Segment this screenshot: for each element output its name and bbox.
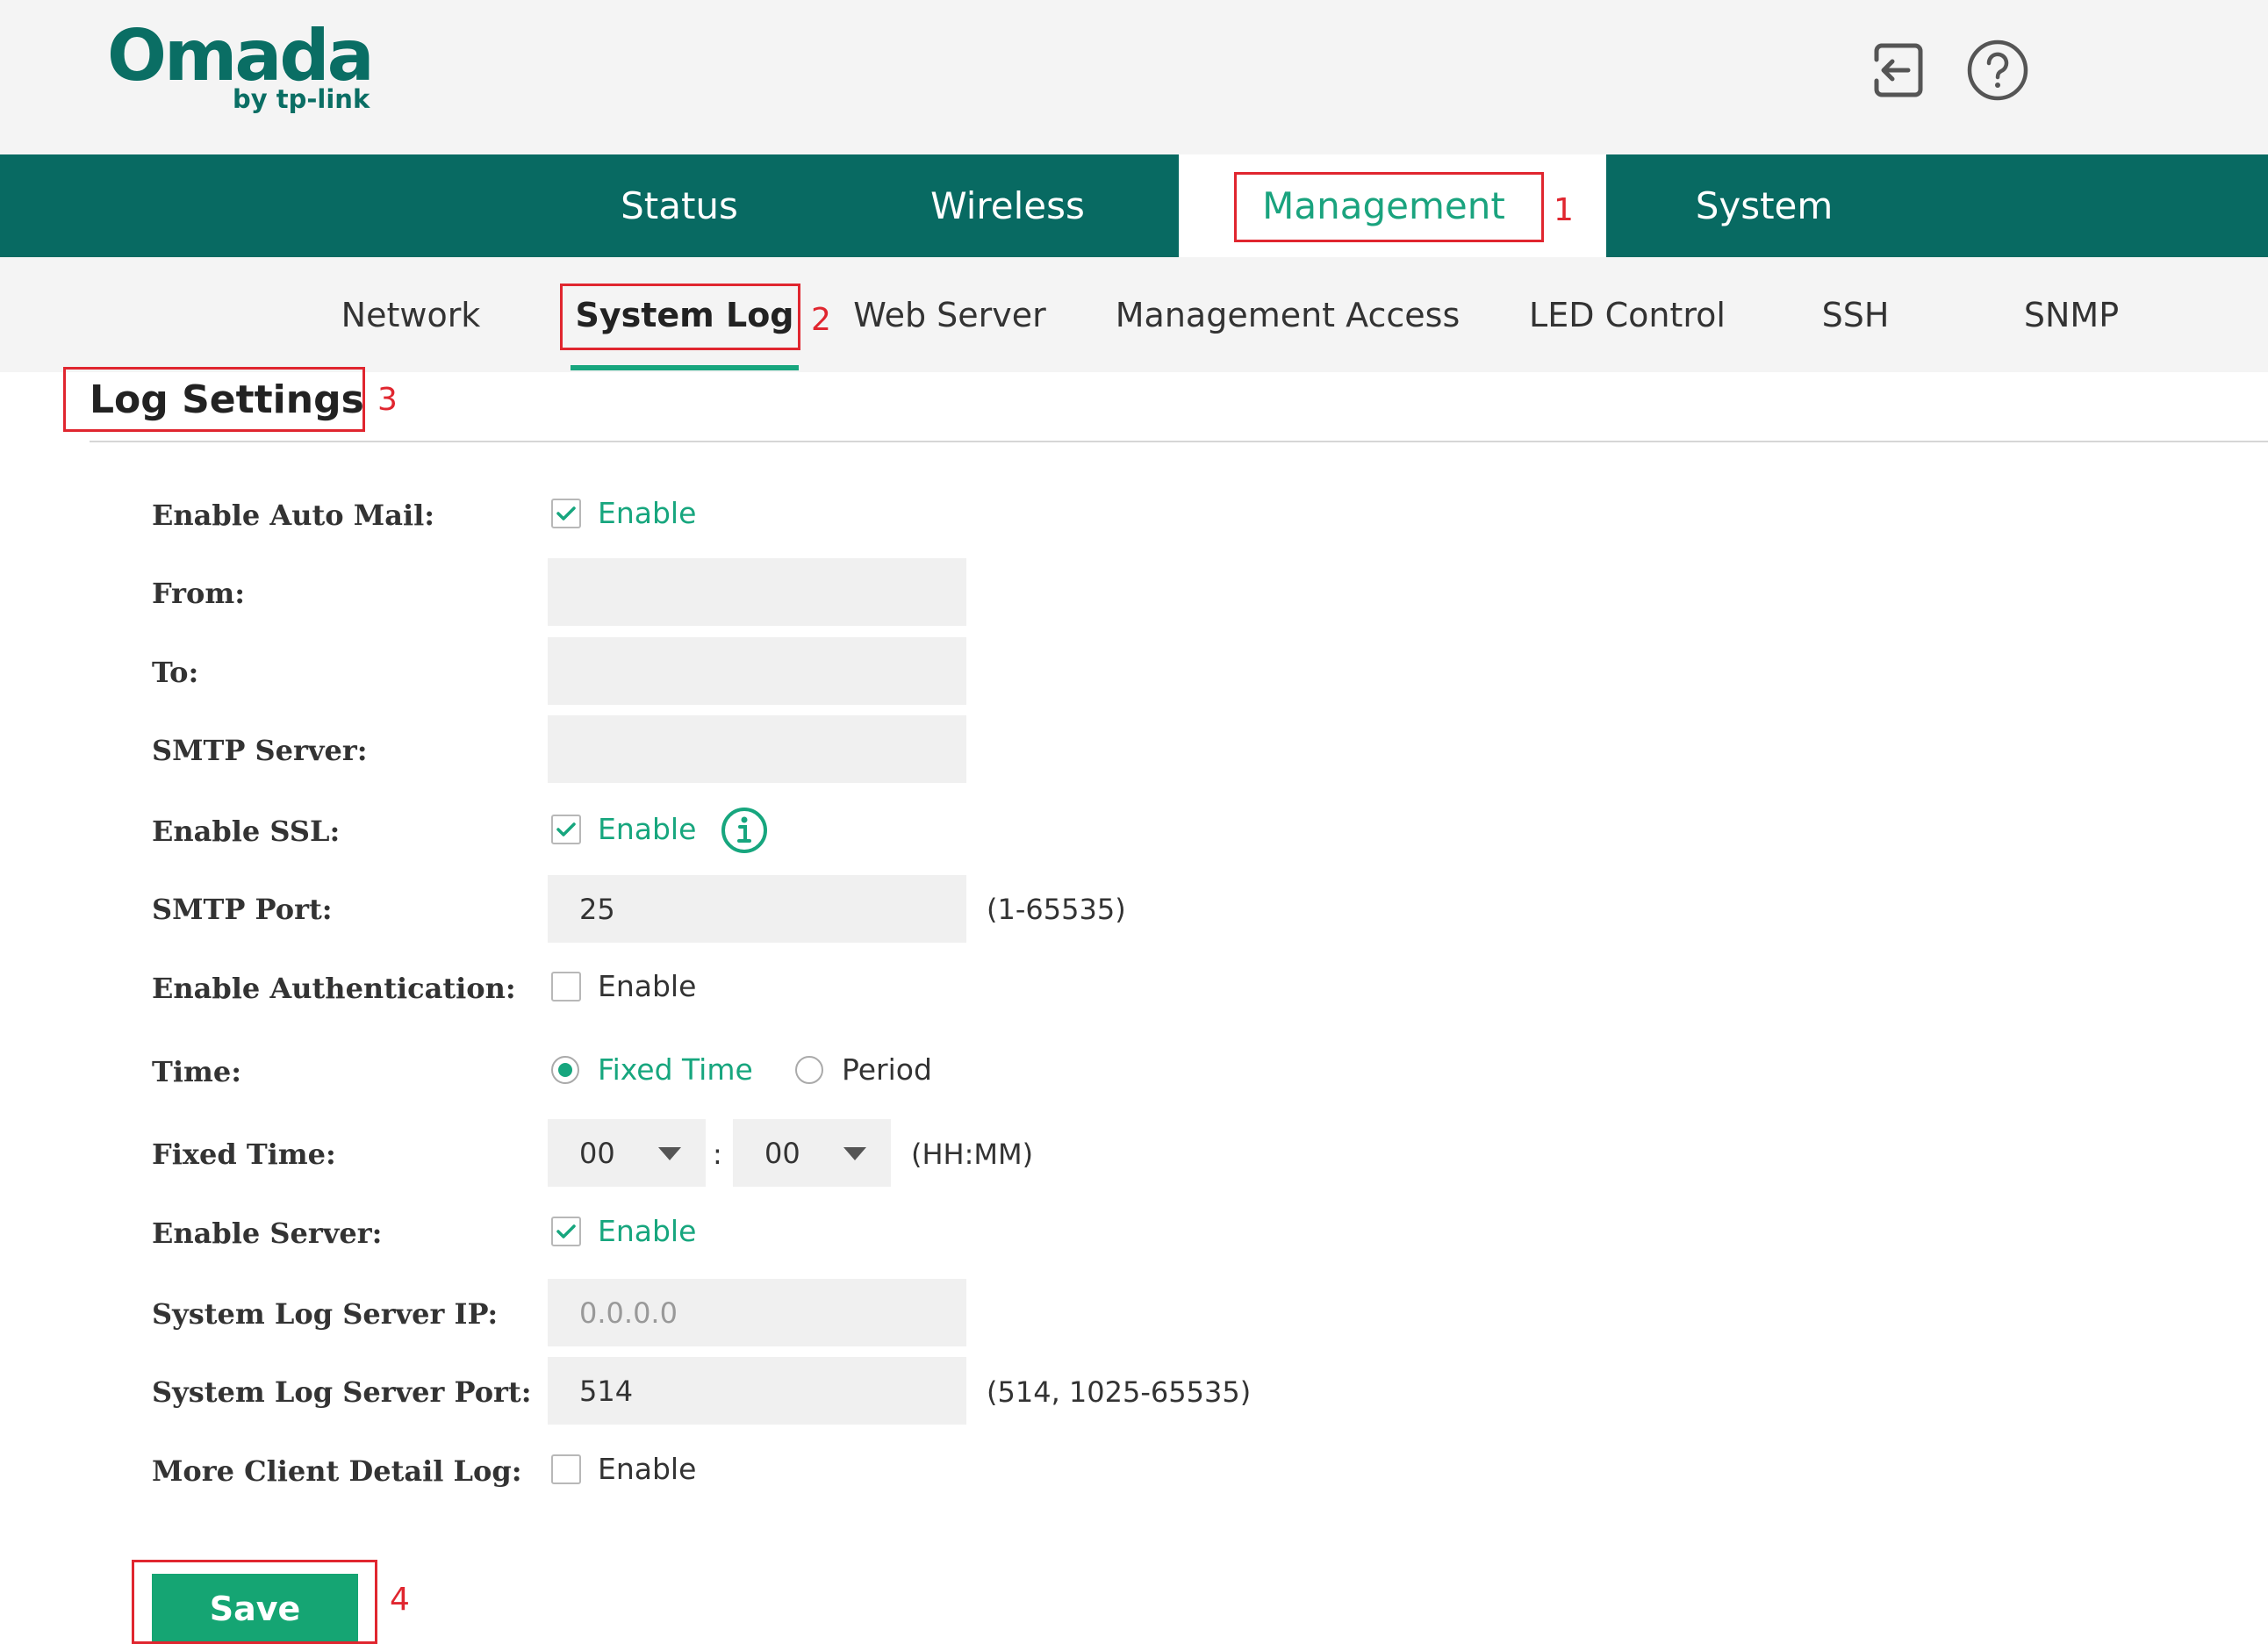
annotation-box-2 bbox=[560, 284, 800, 350]
annotation-number-3: 3 bbox=[377, 382, 398, 418]
from-input[interactable] bbox=[548, 558, 966, 626]
smtp-port-hint: (1-65535) bbox=[987, 893, 1126, 926]
smtp-server-label: SMTP Server: bbox=[152, 734, 368, 767]
client-detail-option[interactable]: Enable bbox=[598, 1452, 696, 1487]
fixed-time-hint: (HH:MM) bbox=[911, 1138, 1034, 1171]
fixed-time-label: Fixed Time: bbox=[152, 1138, 336, 1171]
server-port-input[interactable]: 514 bbox=[548, 1357, 966, 1425]
subtab-web-server[interactable]: Web Server bbox=[850, 257, 1050, 372]
enable-ssl-option[interactable]: Enable bbox=[598, 812, 696, 847]
check-icon bbox=[556, 506, 576, 520]
tab-wireless[interactable]: Wireless bbox=[878, 154, 1138, 257]
tab-system[interactable]: System bbox=[1633, 154, 1896, 257]
enable-auth-checkbox[interactable] bbox=[551, 972, 581, 1001]
enable-ssl-checkbox[interactable] bbox=[551, 815, 581, 844]
sub-nav: Network System Log Web Server Management… bbox=[0, 257, 2268, 372]
check-icon bbox=[556, 1224, 576, 1238]
from-label: From: bbox=[152, 577, 246, 610]
annotation-box-4 bbox=[132, 1560, 377, 1644]
server-ip-label: System Log Server IP: bbox=[152, 1297, 499, 1331]
subtab-network[interactable]: Network bbox=[325, 257, 497, 372]
logout-icon[interactable] bbox=[1864, 37, 1931, 104]
hour-select[interactable]: 00 bbox=[548, 1119, 706, 1187]
smtp-port-label: SMTP Port: bbox=[152, 893, 333, 926]
annotation-number-2: 2 bbox=[811, 302, 831, 338]
annotation-number-4: 4 bbox=[390, 1582, 410, 1618]
section-title: Log Settings bbox=[90, 377, 364, 422]
subtab-snmp[interactable]: SNMP bbox=[2010, 257, 2133, 372]
enable-auth-option[interactable]: Enable bbox=[598, 969, 696, 1004]
enable-auto-mail-label: Enable Auto Mail: bbox=[152, 499, 435, 532]
to-input[interactable] bbox=[548, 637, 966, 705]
enable-auto-mail-option[interactable]: Enable bbox=[598, 496, 696, 531]
server-port-label: System Log Server Port: bbox=[152, 1375, 532, 1409]
smtp-server-input[interactable] bbox=[548, 715, 966, 783]
time-label: Time: bbox=[152, 1055, 241, 1088]
minute-value: 00 bbox=[764, 1136, 800, 1170]
app-header: Omada by tp-link bbox=[0, 0, 2268, 154]
enable-server-option[interactable]: Enable bbox=[598, 1214, 696, 1249]
subtab-management-access[interactable]: Management Access bbox=[1116, 257, 1461, 372]
tab-status[interactable]: Status bbox=[558, 154, 800, 257]
minute-select[interactable]: 00 bbox=[733, 1119, 891, 1187]
chevron-down-icon bbox=[843, 1147, 866, 1160]
active-tab-indicator bbox=[571, 365, 799, 370]
server-port-hint: (514, 1025-65535) bbox=[987, 1375, 1252, 1409]
to-label: To: bbox=[152, 656, 199, 689]
enable-auth-label: Enable Authentication: bbox=[152, 972, 516, 1005]
time-separator: : bbox=[713, 1138, 722, 1171]
subtab-ssh[interactable]: SSH bbox=[1803, 257, 1908, 372]
chevron-down-icon bbox=[658, 1147, 681, 1160]
brand-subtitle: by tp-link bbox=[233, 84, 370, 114]
info-icon[interactable] bbox=[720, 806, 769, 855]
radio-selected-dot bbox=[558, 1063, 572, 1077]
section-divider bbox=[90, 441, 2268, 442]
period-radio[interactable] bbox=[795, 1056, 823, 1084]
top-nav: Status Wireless Management System bbox=[0, 154, 2268, 257]
annotation-number-1: 1 bbox=[1554, 192, 1574, 228]
client-detail-checkbox[interactable] bbox=[551, 1454, 581, 1484]
period-option[interactable]: Period bbox=[842, 1052, 932, 1088]
enable-server-label: Enable Server: bbox=[152, 1217, 383, 1250]
subtab-led-control[interactable]: LED Control bbox=[1522, 257, 1733, 372]
annotation-box-1 bbox=[1234, 172, 1544, 242]
server-ip-input[interactable]: 0.0.0.0 bbox=[548, 1279, 966, 1346]
fixed-time-option[interactable]: Fixed Time bbox=[598, 1052, 753, 1088]
help-icon[interactable] bbox=[1964, 37, 2031, 104]
enable-server-checkbox[interactable] bbox=[551, 1217, 581, 1246]
check-icon bbox=[556, 822, 576, 836]
fixed-time-radio[interactable] bbox=[551, 1056, 579, 1084]
client-detail-label: More Client Detail Log: bbox=[152, 1454, 522, 1488]
enable-auto-mail-checkbox[interactable] bbox=[551, 499, 581, 528]
smtp-port-input[interactable]: 25 bbox=[548, 875, 966, 943]
hour-value: 00 bbox=[579, 1136, 615, 1170]
enable-ssl-label: Enable SSL: bbox=[152, 815, 341, 848]
